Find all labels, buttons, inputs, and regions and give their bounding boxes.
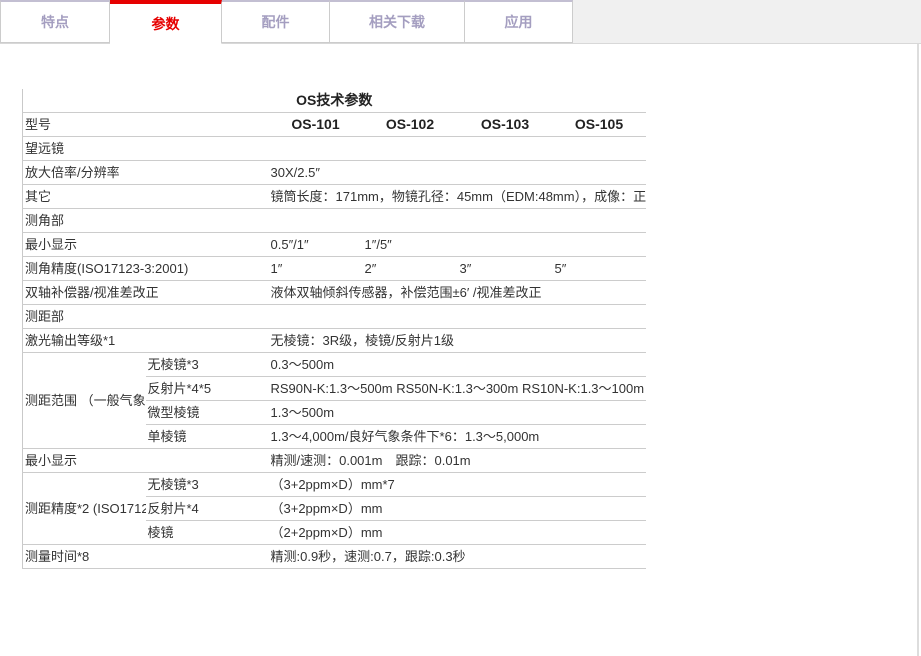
model-row: 型号 OS-101 OS-102 OS-103 OS-105 (23, 113, 646, 137)
min-display-angle-v3 (458, 233, 553, 257)
model-label: 型号 (23, 113, 269, 137)
section-angle: 测角部 (23, 209, 646, 233)
min-display-angle-row: 最小显示 0.5″/1″ 1″/5″ (23, 233, 646, 257)
laser-class-label: 激光输出等级*1 (23, 329, 269, 353)
other-row: 其它 镜筒长度：171mm，物镜孔径：45mm（EDM:48mm），成像：正像 … (23, 185, 646, 209)
range-sub-miniprism: 微型棱镜 (146, 401, 269, 425)
magnification-value: 30X/2.5″ (269, 161, 646, 185)
spec-table: OS技术参数 型号 OS-101 OS-102 OS-103 OS-105 望远… (22, 89, 646, 569)
accuracy-sub-reflectorless: 无棱镜*3 (146, 473, 269, 497)
model-os105: OS-105 (553, 113, 646, 137)
angle-accuracy-row: 测角精度(ISO17123-3:2001) 1″ 2″ 3″ 5″ (23, 257, 646, 281)
angle-accuracy-v2: 2″ (363, 257, 458, 281)
magnification-label: 放大倍率/分辨率 (23, 161, 269, 185)
model-os103: OS-103 (458, 113, 553, 137)
range-value-miniprism: 1.3～500m (269, 401, 646, 425)
measure-time-row: 测量时间*8 精测:0.9秒，速测:0.7，跟踪:0.3秒 (23, 545, 646, 569)
laser-class-value: 无棱镜：3R级，棱镜/反射片1级 (269, 329, 646, 353)
model-os101: OS-101 (269, 113, 363, 137)
section-telescope: 望远镜 (23, 137, 646, 161)
tab-downloads[interactable]: 相关下载 (330, 0, 465, 43)
table-title-row: OS技术参数 (23, 89, 646, 113)
min-display-angle-v1: 0.5″/1″ (269, 233, 363, 257)
min-display-dist-value: 精测/速测：0.001m 跟踪：0.01m (269, 449, 646, 473)
tab-accessories[interactable]: 配件 (222, 0, 330, 43)
range-value-sheet: RS90N-K:1.3～500m RS50N-K:1.3～300m RS10N-… (269, 377, 646, 401)
magnification-row: 放大倍率/分辨率 30X/2.5″ (23, 161, 646, 185)
tab-applications[interactable]: 应用 (465, 0, 573, 43)
compensator-value: 液体双轴倾斜传感器，补偿范围±6′ /视准差改正 (269, 281, 646, 305)
accuracy-sub-prism: 棱镜 (146, 521, 269, 545)
tab-bar: 特点 参数 配件 相关下载 应用 (0, 0, 921, 44)
accuracy-sub-sheet: 反射片*4 (146, 497, 269, 521)
section-angle-row: 测角部 (23, 209, 646, 233)
compensator-row: 双轴补偿器/视准差改正 液体双轴倾斜传感器，补偿范围±6′ /视准差改正 (23, 281, 646, 305)
accuracy-row-reflectorless: 测距精度*2 (ISO17123-4:2001) 无棱镜*3 （3+2ppm×D… (23, 473, 646, 497)
range-value-prism: 1.3～4,000m/良好气象条件下*6：1.3～5,000m (269, 425, 646, 449)
measure-time-value: 精测:0.9秒，速测:0.7，跟踪:0.3秒 (269, 545, 646, 569)
laser-class-row: 激光输出等级*1 无棱镜：3R级，棱镜/反射片1级 (23, 329, 646, 353)
parameters-panel: OS技术参数 型号 OS-101 OS-102 OS-103 OS-105 望远… (0, 44, 919, 656)
section-telescope-row: 望远镜 (23, 137, 646, 161)
tab-features[interactable]: 特点 (0, 0, 110, 43)
min-display-dist-row: 最小显示 精测/速测：0.001m 跟踪：0.01m (23, 449, 646, 473)
section-edm: 测距部 (23, 305, 646, 329)
section-edm-row: 测距部 (23, 305, 646, 329)
tab-parameters[interactable]: 参数 (110, 0, 222, 44)
accuracy-value-sheet: （3+2ppm×D）mm (269, 497, 646, 521)
range-value-reflectorless: 0.3～500m (269, 353, 646, 377)
range-sub-prism: 单棱镜 (146, 425, 269, 449)
accuracy-label: 测距精度*2 (ISO17123-4:2001) (23, 473, 146, 545)
range-sub-reflectorless: 无棱镜*3 (146, 353, 269, 377)
other-label: 其它 (23, 185, 269, 209)
range-label: 测距范围 （一般气象条件下*2） (23, 353, 146, 449)
angle-accuracy-v4: 5″ (553, 257, 646, 281)
range-sub-sheet: 反射片*4*5 (146, 377, 269, 401)
table-title: OS技术参数 (23, 89, 646, 113)
min-display-angle-v4 (553, 233, 646, 257)
measure-time-label: 测量时间*8 (23, 545, 269, 569)
other-value: 镜筒长度：171mm，物镜孔径：45mm（EDM:48mm），成像：正像 视场角… (269, 185, 646, 209)
accuracy-value-prism: （2+2ppm×D）mm (269, 521, 646, 545)
angle-accuracy-label: 测角精度(ISO17123-3:2001) (23, 257, 269, 281)
accuracy-value-reflectorless: （3+2ppm×D）mm*7 (269, 473, 646, 497)
angle-accuracy-v1: 1″ (269, 257, 363, 281)
compensator-label: 双轴补偿器/视准差改正 (23, 281, 269, 305)
model-os102: OS-102 (363, 113, 458, 137)
min-display-angle-v2: 1″/5″ (363, 233, 458, 257)
angle-accuracy-v3: 3″ (458, 257, 553, 281)
min-display-angle-label: 最小显示 (23, 233, 269, 257)
tabbar-filler (573, 0, 921, 43)
range-row-reflectorless: 测距范围 （一般气象条件下*2） 无棱镜*3 0.3～500m (23, 353, 646, 377)
min-display-dist-label: 最小显示 (23, 449, 269, 473)
